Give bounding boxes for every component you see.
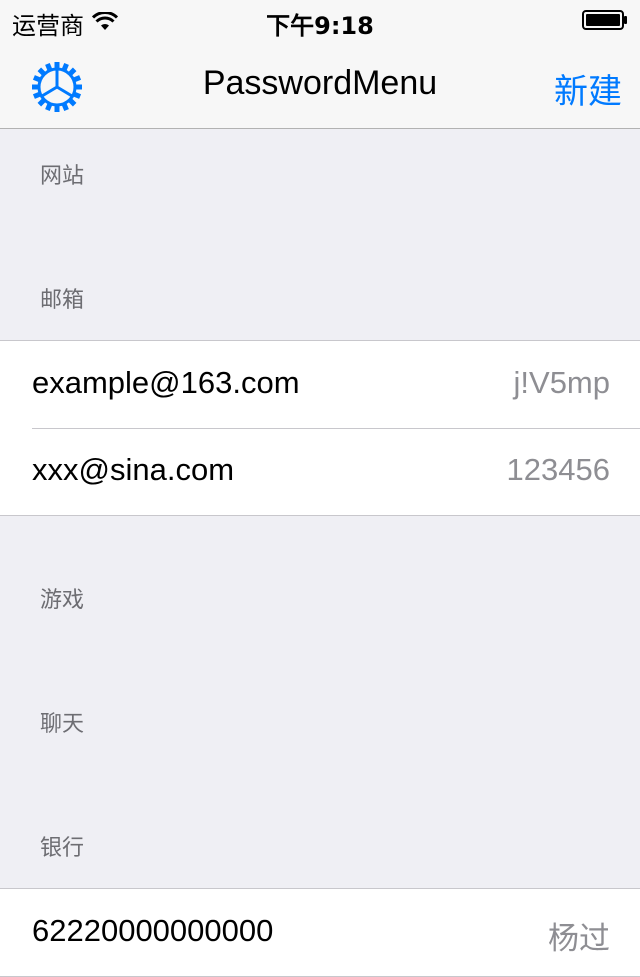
status-time: 下午9:18 <box>266 12 374 40</box>
page-title: PasswordMenu <box>202 64 438 102</box>
row-account: example@163.com <box>32 365 300 400</box>
new-button[interactable]: 新建 <box>554 64 622 113</box>
section-header-chat: 聊天 <box>40 712 85 737</box>
table-row[interactable]: 62220000000000 杨过 <box>0 889 640 976</box>
table-row[interactable]: example@163.com j!V5mp <box>0 341 640 428</box>
status-bar: 运营商 下午9:18 <box>0 0 640 40</box>
row-password: j!V5mp <box>513 365 610 400</box>
section-header-email: 邮箱 <box>40 288 85 313</box>
row-password: 杨过 <box>548 921 610 956</box>
email-group: example@163.com j!V5mp xxx@sina.com 1234… <box>0 340 640 516</box>
row-account: 62220000000000 <box>32 913 274 948</box>
section-header-website: 网站 <box>40 164 85 189</box>
section-header-bank: 银行 <box>40 836 85 861</box>
bank-group: 62220000000000 杨过 <box>0 888 640 977</box>
row-account: xxx@sina.com <box>32 452 235 487</box>
navigation-bar: PasswordMenu 新建 <box>0 40 640 129</box>
section-header-games: 游戏 <box>40 588 85 613</box>
battery-icon <box>582 10 628 30</box>
row-password: 123456 <box>506 452 610 487</box>
table-row[interactable]: xxx@sina.com 123456 <box>0 428 640 515</box>
